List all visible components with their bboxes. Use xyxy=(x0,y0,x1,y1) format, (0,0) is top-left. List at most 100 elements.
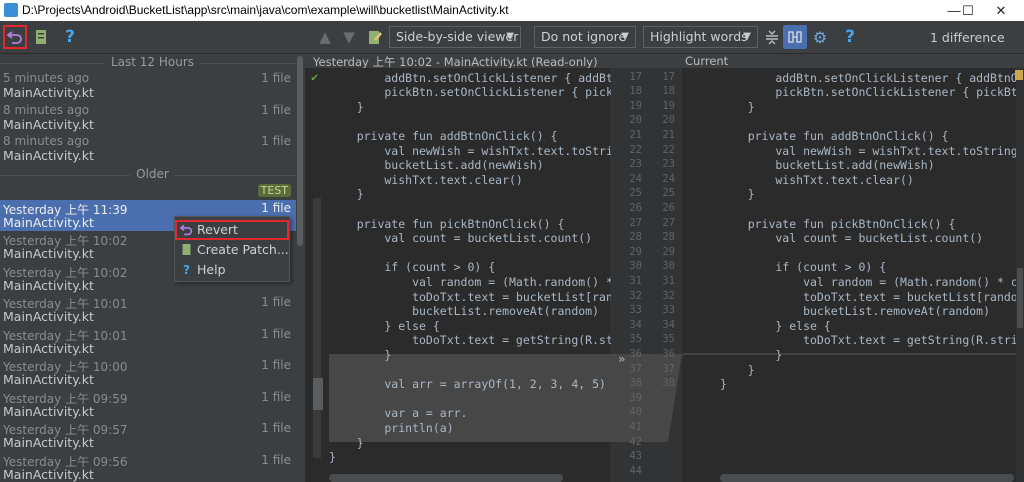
left-horizontal-scrollbar[interactable] xyxy=(329,474,563,482)
line-number: 32 xyxy=(662,289,675,302)
history-item[interactable]: 5 minutes ago 1 file MainActivity.kt xyxy=(0,70,305,102)
close-button[interactable]: ✕ xyxy=(978,0,1024,21)
code-line: toDoTxt.text = bucketList[random] xyxy=(720,289,1016,304)
help-icon[interactable]: ? xyxy=(838,25,862,49)
line-number: 19 xyxy=(629,99,642,112)
gear-icon[interactable]: ⚙ xyxy=(808,25,832,49)
code-line: private fun addBtnOnClick() { xyxy=(720,128,949,143)
highlight-dropdown[interactable]: Highlight words ▼ xyxy=(643,26,758,48)
history-item-date: 8 minutes ago xyxy=(3,134,90,148)
line-number: 24 xyxy=(662,172,675,185)
code-line: } xyxy=(720,377,727,392)
edit-source-icon[interactable] xyxy=(363,25,387,49)
code-line: val count = bucketList.count() xyxy=(720,231,984,246)
section-recent-header: Last 12 Hours xyxy=(0,55,305,70)
history-item[interactable]: Yesterday 上午 10:00 1 file MainActivity.kt xyxy=(0,357,305,389)
code-line: if (count > 0) { xyxy=(329,260,496,275)
chevron-down-icon: ▼ xyxy=(506,31,514,42)
line-number: 41 xyxy=(629,420,642,433)
line-number: 22 xyxy=(629,143,642,156)
code-line: wishTxt.text.clear() xyxy=(720,172,914,187)
line-number: 29 xyxy=(662,245,675,258)
code-line: println(a) xyxy=(329,420,454,435)
left-line-numbers: 17 18 19 20 21 22 23 24 25 26 27 28 29 30 31 32 33 34 35 36… xyxy=(610,68,650,482)
viewer-value: Side-by-side viewer xyxy=(396,29,519,44)
history-item[interactable]: 8 minutes ago 1 file MainActivity.kt xyxy=(0,102,305,134)
code-line: } xyxy=(329,435,364,450)
code-line: private fun pickBtnOnClick() { xyxy=(720,216,956,231)
history-item-file-count: 1 file xyxy=(261,326,291,341)
line-number: 18 xyxy=(629,85,642,98)
code-line: } xyxy=(329,99,364,114)
code-line: val newWish = wishTxt.text.toString() xyxy=(329,143,611,158)
menu-item-create-patch[interactable]: Create Patch... xyxy=(175,240,289,260)
ignore-dropdown[interactable]: Do not ignore ▼ xyxy=(534,26,636,48)
history-item-date: 8 minutes ago xyxy=(3,102,90,117)
chevron-down-icon: ▼ xyxy=(621,31,629,42)
line-number: 20 xyxy=(629,114,642,127)
history-item[interactable]: Yesterday 上午 10:01 1 file MainActivity.kt xyxy=(0,294,305,326)
history-item-date: 5 minutes ago xyxy=(3,71,90,85)
line-number: 38 xyxy=(629,377,642,390)
menu-item-revert[interactable]: Revert xyxy=(175,220,289,240)
line-number: 27 xyxy=(662,216,675,229)
history-item[interactable]: Yesterday 上午 09:59 1 file MainActivity.kt xyxy=(0,389,305,421)
menu-item-label: Create Patch... xyxy=(197,242,289,257)
history-item-file: MainActivity.kt xyxy=(3,214,94,230)
line-number: 34 xyxy=(629,318,642,331)
menu-item-label: Revert xyxy=(197,222,238,237)
right-pane-title: Current xyxy=(685,54,729,68)
code-line: bucketList.add(newWish) xyxy=(329,158,544,173)
code-line: val random = (Math.random() * cou xyxy=(329,274,611,289)
line-number: 22 xyxy=(662,143,675,156)
left-code-pane[interactable]: addBtn.setOnClickListener { addBtnOnC pi… xyxy=(329,68,611,482)
window-titlebar: D:\Projects\Android\BucketList\app\src\m… xyxy=(0,0,1024,21)
code-line: if (count > 0) { xyxy=(720,260,887,275)
app-icon xyxy=(4,3,18,17)
collapse-unchanged-icon[interactable] xyxy=(760,25,784,49)
line-number: 25 xyxy=(662,187,675,200)
highlight-value: Highlight words xyxy=(650,29,748,44)
history-scrollbar[interactable] xyxy=(296,54,305,482)
code-line: private fun pickBtnOnClick() { xyxy=(329,216,565,231)
label-badge: TEST xyxy=(257,183,291,197)
menu-item-label: Help xyxy=(197,262,226,277)
viewer-dropdown[interactable]: Side-by-side viewer ▼ xyxy=(389,26,521,48)
code-line: addBtn.setOnClickListener { addBtnOnClic xyxy=(775,70,1016,85)
code-line: toDoTxt.text = bucketList[random] xyxy=(329,289,611,304)
history-item[interactable]: 8 minutes ago 1 file MainActivity.kt xyxy=(0,133,305,165)
history-item-file: MainActivity.kt xyxy=(3,403,94,419)
code-line: } xyxy=(720,99,755,114)
check-icon: ✔ xyxy=(311,70,319,84)
help-icon[interactable]: ? xyxy=(58,25,82,49)
sync-scroll-icon[interactable] xyxy=(783,25,807,49)
history-item[interactable]: Yesterday 上午 09:56 1 file MainActivity.kt xyxy=(0,452,305,482)
right-horizontal-scrollbar[interactable] xyxy=(720,474,1014,482)
line-number: 33 xyxy=(662,304,675,317)
history-item-file: MainActivity.kt xyxy=(3,116,94,132)
history-item[interactable]: Yesterday 上午 09:57 1 file MainActivity.kt xyxy=(0,420,305,452)
history-item[interactable]: Yesterday 上午 10:01 1 file MainActivity.kt xyxy=(0,326,305,358)
code-line: toDoTxt.text = getString(R.strin xyxy=(720,333,1016,348)
line-number: 19 xyxy=(662,99,675,112)
right-code-pane[interactable]: addBtn.setOnClickListener { addBtnOnClic… xyxy=(720,68,1016,482)
scrollbar-thumb[interactable] xyxy=(297,56,303,246)
history-item-file: MainActivity.kt xyxy=(3,309,94,324)
line-number: 23 xyxy=(629,158,642,171)
code-line: bucketList.removeAt(random) xyxy=(720,304,991,319)
prev-diff-icon[interactable]: ▲ xyxy=(313,25,337,49)
menu-item-help[interactable]: ? Help xyxy=(175,260,289,280)
history-item-file-count: 1 file xyxy=(261,200,291,215)
next-diff-icon[interactable]: ▼ xyxy=(337,25,361,49)
code-line: } else { xyxy=(329,318,440,333)
line-number: 42 xyxy=(629,435,642,448)
line-number: 36 xyxy=(662,347,675,360)
line-number: 40 xyxy=(629,406,642,419)
code-line: private fun addBtnOnClick() { xyxy=(329,128,558,143)
section-recent-label: Last 12 Hours xyxy=(104,55,201,69)
history-item-file-count: 1 file xyxy=(261,134,291,148)
revert-icon[interactable] xyxy=(3,25,27,49)
line-number: 21 xyxy=(662,128,675,141)
line-number: 28 xyxy=(662,231,675,244)
patch-icon[interactable] xyxy=(29,25,53,49)
